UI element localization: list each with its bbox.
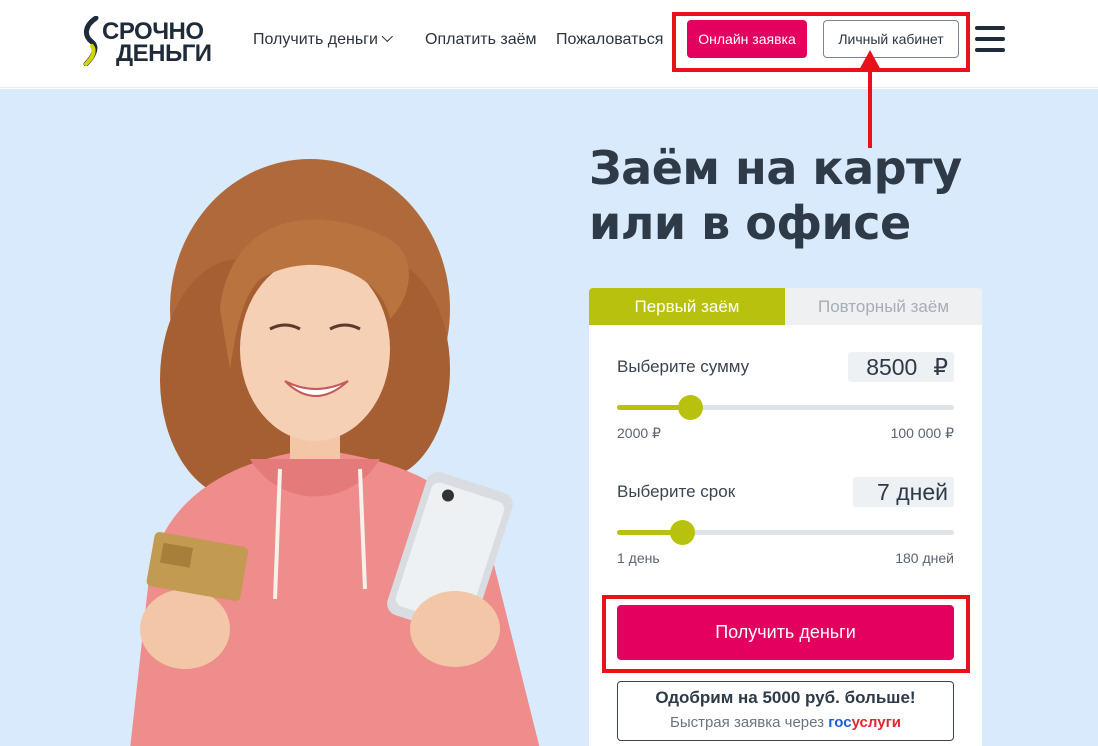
loan-calculator: Первый заём Повторный заём Выберите сумм… — [589, 288, 982, 746]
gosuslugi-logo-part1: гос — [828, 714, 852, 731]
tab-first-loan[interactable]: Первый заём — [589, 288, 785, 325]
logo-mark-icon — [83, 16, 99, 66]
term-label: Выберите срок — [617, 482, 736, 501]
hero-title-line1: Заём на карту — [589, 141, 962, 195]
amount-slider[interactable] — [617, 395, 954, 420]
amount-label: Выберите сумму — [617, 357, 750, 376]
nav-get-money[interactable]: Получить деньги — [253, 30, 393, 50]
gosuslugi-logo-part2: услуги — [851, 714, 902, 731]
currency-symbol: ₽ — [933, 353, 948, 380]
nav-pay-loan[interactable]: Оплатить заём — [425, 30, 537, 50]
highlight-get-money-button — [602, 595, 970, 673]
logo[interactable]: СРОЧНО ДЕНЬГИ — [80, 14, 220, 68]
amount-value: 8500 — [866, 353, 918, 380]
amount-max-label: 100 000 ₽ — [890, 425, 954, 441]
logo-text-line2: ДЕНЬГИ — [116, 40, 212, 67]
term-slider-handle[interactable] — [670, 520, 695, 545]
gosuslugi-promo[interactable]: Одобрим на 5000 руб. больше! Быстрая зая… — [617, 681, 954, 741]
nav-get-money-label: Получить деньги — [253, 31, 378, 48]
promo-subline: Быстрая заявка через госуслуги — [618, 714, 953, 731]
term-min-label: 1 день — [617, 550, 660, 566]
term-max-label: 180 дней — [895, 550, 954, 566]
term-slider[interactable] — [617, 520, 954, 545]
promo-headline: Одобрим на 5000 руб. больше! — [655, 688, 916, 707]
nav-complain[interactable]: Пожаловаться — [556, 30, 663, 50]
hero-title-line2: или в офисе — [589, 196, 911, 250]
term-value-field[interactable]: 7 дней — [853, 477, 954, 507]
highlight-header-buttons — [672, 12, 970, 72]
woman-with-card-and-phone-image — [130, 159, 540, 746]
amount-slider-handle[interactable] — [678, 395, 703, 420]
amount-min-label: 2000 ₽ — [617, 425, 661, 441]
chevron-down-icon — [381, 30, 393, 43]
promo-subline-text: Быстрая заявка через — [669, 714, 825, 731]
arrow-up-icon — [858, 50, 882, 148]
amount-value-field[interactable]: 8500 ₽ — [848, 352, 954, 382]
hamburger-icon[interactable] — [975, 26, 1005, 52]
tab-repeat-loan[interactable]: Повторный заём — [785, 288, 982, 325]
hero-title: Заём на карту или в офисе — [589, 141, 1009, 251]
